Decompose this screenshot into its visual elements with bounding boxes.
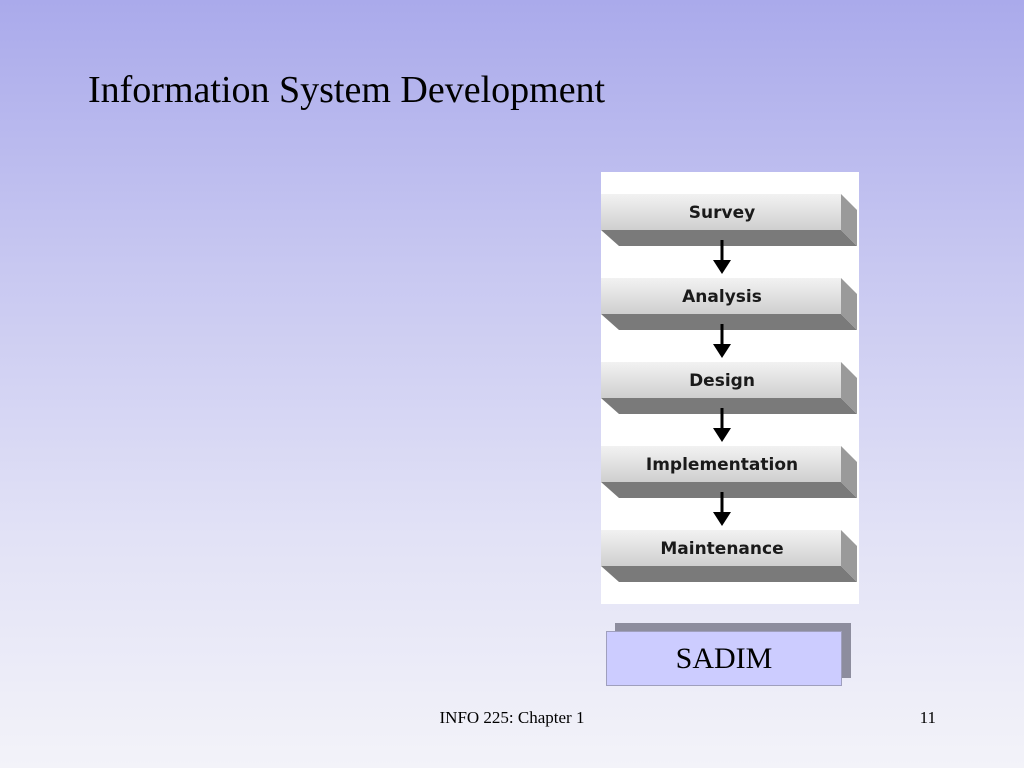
- arrow-head: [713, 344, 731, 358]
- arrow-head: [713, 512, 731, 526]
- step-label: Design: [689, 371, 755, 391]
- sadim-label: SADIM: [606, 631, 842, 686]
- step-bottom-edge: [601, 314, 857, 330]
- process-step: Design: [601, 362, 857, 414]
- process-flow-diagram: Survey Analysis Design Implementation Mainte…: [601, 172, 859, 604]
- step-label: Maintenance: [660, 539, 783, 559]
- step-bottom-edge: [601, 398, 857, 414]
- slide-title: Information System Development: [88, 69, 606, 111]
- footer-course-label: INFO 225: Chapter 1: [439, 708, 585, 727]
- step-bottom-edge: [601, 482, 857, 498]
- process-step: Survey: [601, 194, 857, 246]
- arrow-head: [713, 428, 731, 442]
- process-step: Implementation: [601, 446, 857, 498]
- sadim-callout: SADIM: [606, 623, 851, 686]
- step-label: Analysis: [682, 287, 762, 307]
- step-bottom-edge: [601, 230, 857, 246]
- process-step: Maintenance: [601, 530, 857, 582]
- step-label: Implementation: [646, 455, 798, 475]
- step-label: Survey: [689, 203, 755, 223]
- slide-number: 11: [919, 708, 936, 727]
- arrow-head: [713, 260, 731, 274]
- process-step: Analysis: [601, 278, 857, 330]
- step-bottom-edge: [601, 566, 857, 582]
